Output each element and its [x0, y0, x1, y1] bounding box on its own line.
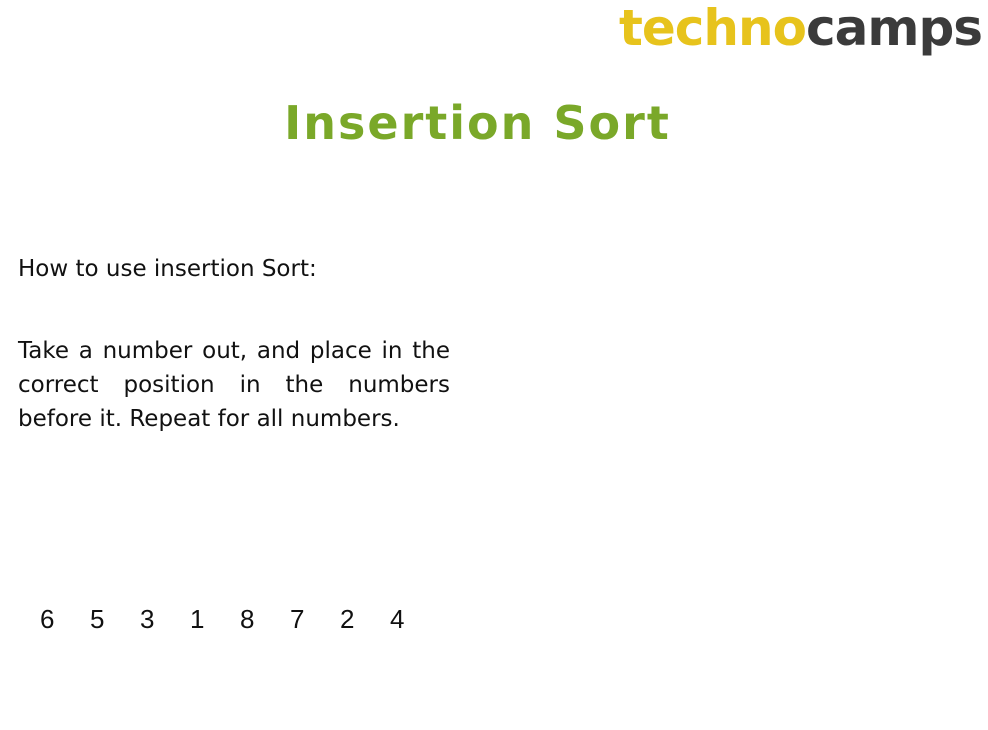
number-item: 7: [290, 604, 305, 634]
number-item: 2: [340, 604, 355, 634]
instructions-paragraph: Take a number out, and place in the corr…: [18, 338, 450, 432]
number-item: 6: [40, 604, 55, 634]
number-item: 3: [140, 604, 155, 634]
technocamps-logo: technocamps: [618, 0, 983, 57]
logo-text-camps: camps: [805, 0, 983, 57]
number-item: 4: [390, 604, 405, 634]
number-sequence: 6 5 3 1 8 7 2 4: [40, 602, 440, 636]
intro-text: How to use insertion Sort:: [18, 256, 317, 282]
page-title: Insertion Sort: [284, 96, 671, 150]
logo-text-techno: techno: [618, 0, 807, 57]
number-item: 8: [240, 604, 255, 634]
number-item: 1: [190, 604, 205, 634]
number-item: 5: [90, 604, 105, 634]
